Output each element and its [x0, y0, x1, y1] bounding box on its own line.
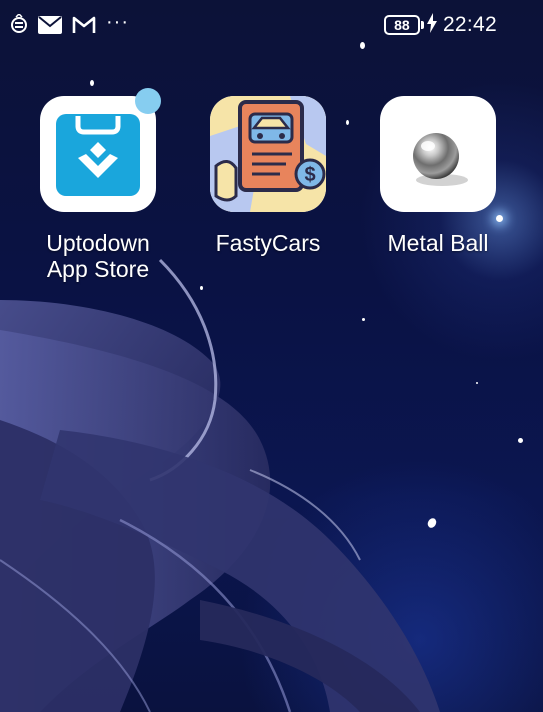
star-sparkle	[200, 286, 203, 290]
app-label: Uptodown App Store	[46, 230, 150, 282]
notification-dot	[135, 88, 161, 114]
app-label-line1: Metal Ball	[387, 230, 489, 256]
fastycars-car-icon[interactable]: $	[210, 96, 326, 212]
bolt-icon	[426, 12, 437, 38]
app-metal-ball[interactable]: Metal Ball	[358, 96, 518, 256]
uptodown-bag-icon[interactable]	[40, 96, 156, 212]
system-status: 88 22:42	[383, 12, 497, 38]
mail-icon	[38, 16, 62, 34]
app-label: FastyCars	[216, 230, 321, 256]
app-uptodown-app-store[interactable]: Uptodown App Store	[18, 96, 178, 282]
star-sparkle	[90, 80, 94, 86]
star-sparkle	[476, 382, 478, 384]
battery-level: 88	[383, 15, 420, 35]
app-fastycars[interactable]: $ FastyCars	[188, 96, 348, 256]
app-label-line2: App Store	[46, 256, 150, 282]
app-label: Metal Ball	[388, 230, 489, 256]
clock-time: 22:42	[442, 13, 497, 36]
star-sparkle	[362, 318, 365, 321]
status-bar: ··· 88 22:42	[0, 0, 543, 52]
gmail-icon	[72, 16, 96, 34]
metal-ball-icon[interactable]	[380, 96, 496, 212]
notification-icons: ···	[10, 12, 129, 38]
more-icon: ···	[106, 11, 129, 33]
app-label-line1: Uptodown	[46, 230, 150, 256]
battery-indicator: 88	[383, 15, 424, 35]
star-sparkle	[518, 438, 523, 443]
battery-tip	[420, 21, 424, 29]
sim-card-icon	[10, 14, 28, 36]
app-label-line1: FastyCars	[215, 230, 321, 256]
svg-text:$: $	[304, 164, 315, 186]
